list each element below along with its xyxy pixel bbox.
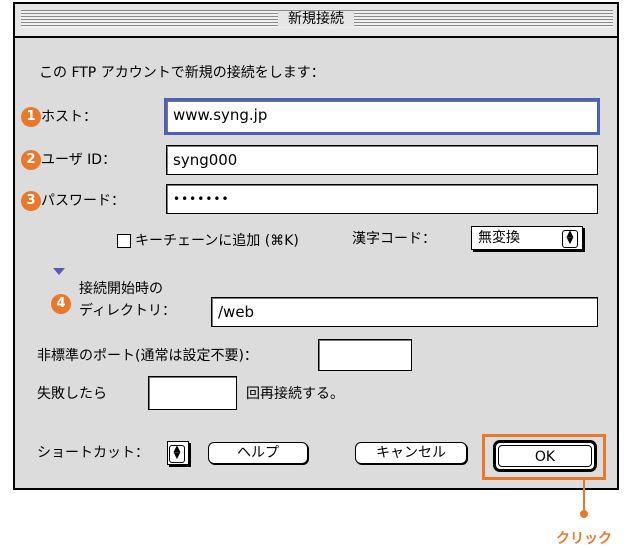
new-connection-dialog: 新規接続 この FTP アカウントで新規の接続をします： 1 ホスト： www.… xyxy=(13,2,619,490)
retry-label-before: 失敗したら xyxy=(37,386,107,402)
directory-label-line2: ディレクトリ： xyxy=(79,303,177,319)
kanji-code-label: 漢字コード： xyxy=(352,231,436,247)
step-badge-1: 1 xyxy=(21,107,41,127)
password-label: パスワード： xyxy=(41,193,125,209)
directory-input[interactable]: /web xyxy=(211,297,598,327)
title-bar[interactable]: 新規接続 xyxy=(15,4,617,38)
disclosure-triangle-icon[interactable] xyxy=(53,268,65,275)
callout-dot xyxy=(580,510,588,518)
callout-line xyxy=(583,480,585,513)
shortcut-label: ショートカット： xyxy=(37,445,149,461)
keychain-checkbox[interactable] xyxy=(117,234,131,248)
host-label: ホスト： xyxy=(41,109,97,125)
user-id-label: ユーザ ID： xyxy=(41,152,117,168)
keychain-label[interactable]: キーチェーンに追加 (⌘K) xyxy=(135,232,299,250)
shortcut-updown-icon: ▲ ▼ xyxy=(169,445,185,463)
help-button[interactable]: ヘルプ xyxy=(208,442,308,464)
retry-label-after: 回再接続する。 xyxy=(246,386,344,402)
window-title: 新規接続 xyxy=(15,9,617,29)
cancel-button[interactable]: キャンセル xyxy=(355,442,467,464)
step-badge-4: 4 xyxy=(51,294,71,314)
ok-highlight-frame xyxy=(482,434,606,480)
kanji-code-value: 無変換 xyxy=(478,230,520,246)
port-label: 非標準のポート(通常は設定不要)： xyxy=(37,348,258,364)
port-input[interactable] xyxy=(318,339,412,371)
step-badge-2: 2 xyxy=(21,150,41,170)
intro-text: この FTP アカウントで新規の接続をします： xyxy=(39,65,325,81)
kanji-code-select[interactable]: 無変換 ▲ ▼ xyxy=(471,226,583,250)
click-annotation: クリック xyxy=(556,531,612,547)
host-input[interactable]: www.syng.jp xyxy=(164,98,600,135)
updown-arrows-icon: ▲ ▼ xyxy=(562,230,578,248)
user-id-input[interactable]: syng000 xyxy=(166,145,598,175)
shortcut-select[interactable]: ▲ ▼ xyxy=(167,441,189,465)
password-input[interactable]: ••••••• xyxy=(166,184,598,214)
retry-count-input[interactable] xyxy=(148,376,237,410)
directory-label-line1: 接続開始時の xyxy=(79,281,163,297)
step-badge-3: 3 xyxy=(21,191,41,211)
